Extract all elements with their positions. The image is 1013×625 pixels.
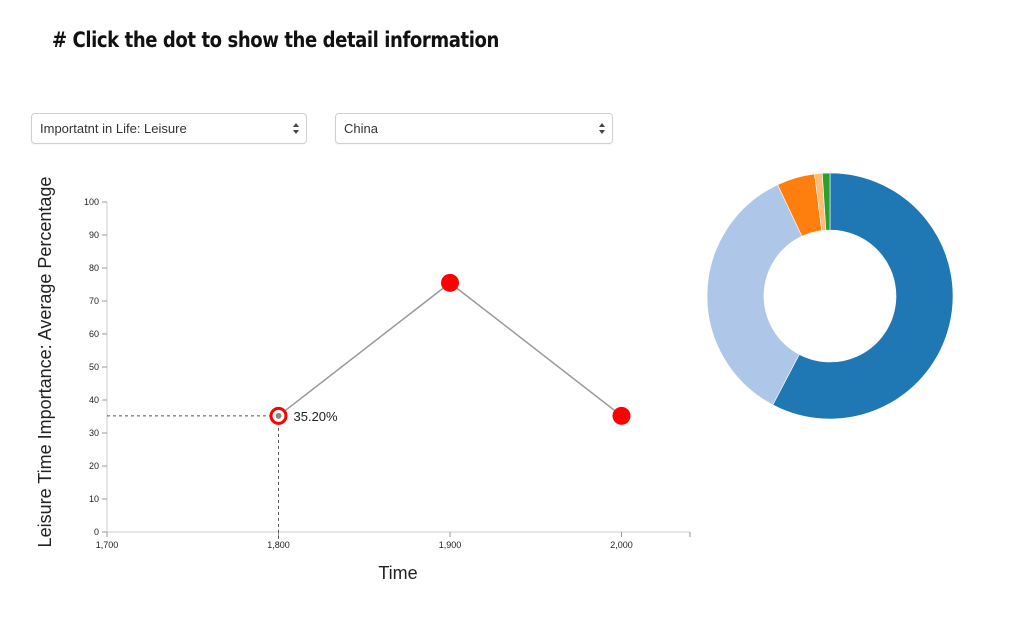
data-point[interactable]	[441, 273, 459, 292]
donut-slice[interactable]	[772, 172, 954, 420]
x-tick-label: 1,800	[267, 540, 290, 550]
y-tick-label: 10	[89, 494, 99, 504]
y-tick-label: 70	[89, 296, 99, 306]
y-tick-label: 40	[89, 395, 99, 405]
line-chart: 0 10 20 30 40 50 60 70 80 90 100 1,700 1,800 1,900 2,…	[35, 177, 691, 583]
x-tick-label: 2,000	[610, 540, 633, 550]
y-tick-label: 30	[89, 428, 99, 438]
line-series	[278, 281, 622, 417]
x-tick-label: 1,900	[439, 540, 462, 550]
selection-guides	[107, 415, 279, 542]
data-point[interactable]	[612, 406, 631, 425]
y-tick-label: 50	[89, 362, 99, 372]
series-line	[278, 281, 622, 417]
donut-slice[interactable]	[814, 172, 827, 231]
donut-slices	[706, 172, 954, 420]
donut-slice[interactable]	[777, 173, 823, 237]
x-axis: 1,700 1,800 1,900 2,000	[96, 531, 691, 550]
y-axis: 0 10 20 30 40 50 60 70 80 90 100	[84, 197, 108, 537]
y-tick-label: 20	[89, 461, 99, 471]
y-tick-label: 90	[89, 230, 99, 240]
donut-slice[interactable]	[821, 172, 831, 231]
data-point-center	[275, 412, 282, 419]
data-points: 35.20%	[269, 273, 631, 425]
y-axis-title: Leisure Time Importance: Average Percent…	[35, 177, 55, 548]
x-axis-title: Time	[378, 563, 417, 583]
selected-point-label: 35.20%	[294, 409, 339, 424]
y-tick-label: 80	[89, 263, 99, 273]
donut-slice[interactable]	[706, 184, 803, 406]
y-tick-label: 100	[84, 197, 99, 207]
y-tick-label: 0	[94, 527, 99, 537]
y-tick-label: 60	[89, 329, 99, 339]
x-tick-label: 1,700	[96, 540, 119, 550]
